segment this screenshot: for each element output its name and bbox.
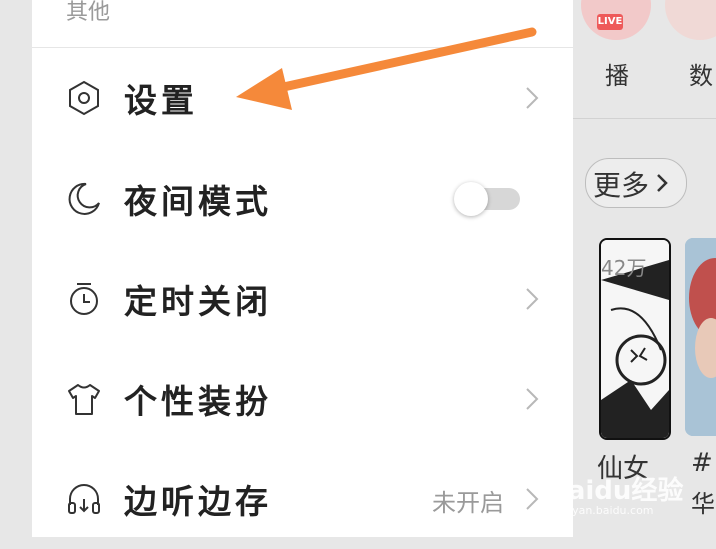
menu-item-skin[interactable]: 个性装扮 — [32, 349, 573, 449]
headphones-download-icon — [68, 484, 100, 514]
menu-item-label: 边听边存 — [124, 482, 272, 521]
tshirt-icon — [68, 384, 100, 415]
live-badge: LIVE — [597, 14, 623, 30]
card-subtitle: 华 — [691, 490, 715, 518]
moon-icon — [68, 182, 100, 215]
listen-save-status: 未开启 — [432, 489, 504, 517]
menu-item-listen-save[interactable]: 边听边存 未开启 — [32, 449, 573, 549]
settings-hexagon-icon — [69, 80, 99, 116]
chevron-right-icon — [526, 488, 539, 510]
chevron-right-icon — [526, 388, 539, 410]
chevron-right-icon — [526, 87, 539, 109]
play-count: 42万 — [601, 256, 647, 280]
watermark-url: jingyan.baidu.com — [552, 504, 654, 517]
menu-item-label: 定时关闭 — [124, 282, 272, 321]
timer-icon — [70, 283, 98, 315]
section-divider — [573, 118, 716, 119]
card-title: # — [691, 448, 713, 478]
background-app: LIVE 播 数 更多 42万 仙女 # 华 — [573, 0, 716, 537]
menu-item-label: 个性装扮 — [124, 382, 272, 421]
menu-item-settings[interactable]: 设置 — [32, 48, 573, 148]
menu-item-timer[interactable]: 定时关闭 — [32, 249, 573, 349]
toggle-knob — [454, 182, 488, 216]
side-menu-panel: 其他 设置 夜间模式 定时关闭 个性装扮 边听边存 未开启 — [32, 0, 573, 537]
section-title: 其他 — [66, 0, 111, 25]
chevron-right-icon — [526, 288, 539, 310]
menu-item-night-mode[interactable]: 夜间模式 — [32, 149, 573, 249]
category-label-digital[interactable]: 数 — [689, 56, 713, 91]
watermark-logo: Baidu经验 — [548, 476, 684, 506]
content-card-cover[interactable] — [685, 238, 716, 436]
chevron-right-icon — [657, 174, 668, 192]
menu-item-label: 夜间模式 — [124, 182, 272, 221]
category-icon[interactable] — [665, 0, 716, 40]
night-mode-toggle[interactable] — [454, 182, 520, 216]
more-label: 更多 — [593, 169, 650, 202]
menu-item-label: 设置 — [124, 81, 198, 120]
category-label-live[interactable]: 播 — [605, 56, 629, 91]
anime-illustration — [685, 238, 716, 436]
